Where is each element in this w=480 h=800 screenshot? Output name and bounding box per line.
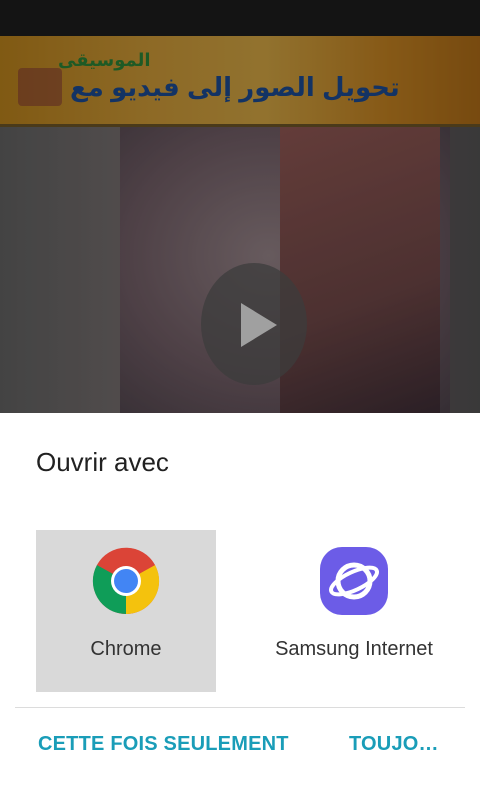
status-bar [0,0,480,36]
sheet-divider [15,707,465,708]
play-icon [241,303,277,347]
open-with-sheet: Ouvrir avec Chrome Samsung Internet CETT… [0,413,480,800]
always-button[interactable]: TOUJO… [349,733,439,756]
just-once-button[interactable]: CETTE FOIS SEULEMENT [38,733,289,756]
sheet-title: Ouvrir avec [36,447,169,477]
banner-dim-overlay [0,36,480,126]
app-banner: الموسيقى تحويل الصور إلى فيديو مع [0,36,480,126]
samsung-internet-icon [320,547,388,615]
app-option-samsung-internet[interactable]: Samsung Internet [264,530,444,692]
video-preview [0,127,480,413]
app-label-chrome: Chrome [90,638,162,660]
play-button[interactable] [201,263,307,385]
app-option-chrome[interactable]: Chrome [36,530,216,692]
chrome-icon [92,547,160,615]
app-label-samsung-internet: Samsung Internet [275,638,433,660]
